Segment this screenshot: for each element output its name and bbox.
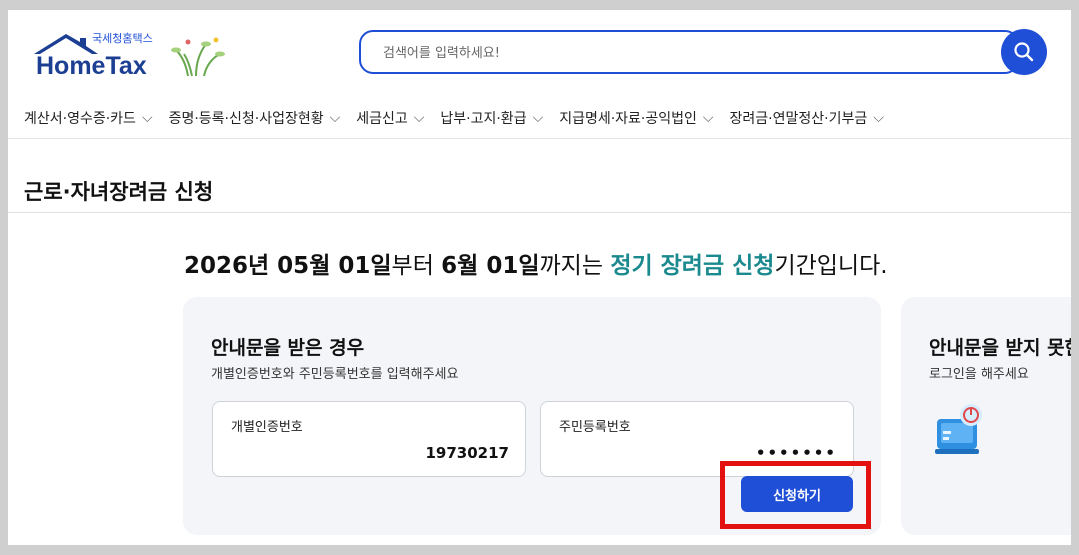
- announcement-highlight: 정기 장려금 신청: [610, 253, 775, 279]
- nav-item-certificates[interactable]: 증명·등록·신청·사업장현황 ⌵: [169, 108, 341, 128]
- nav-item-payment[interactable]: 납부·고지·환급 ⌵: [440, 108, 543, 128]
- chevron-down-icon: ⌵: [141, 110, 153, 126]
- nav-item-label: 증명·등록·신청·사업장현황: [168, 111, 324, 127]
- chevron-down-icon: ⌵: [413, 110, 425, 126]
- chevron-down-icon: ⌵: [702, 110, 714, 126]
- main-nav: 계산서·영수증·카드 ⌵ 증명·등록·신청·사업장현황 ⌵ 세금신고 ⌵ 납부·…: [8, 98, 1071, 139]
- resident-number-label: 주민등록번호: [559, 420, 631, 435]
- login-card-title: 안내문을 받지 못한: [929, 337, 1071, 359]
- individual-auth-number-value: 19730217: [425, 444, 510, 462]
- login-card: 안내문을 받지 못한 로그인을 해주세요: [901, 297, 1071, 535]
- hometax-logo[interactable]: 국세청홈택스 HomeTax: [20, 24, 240, 88]
- announcement-text: 부터: [391, 253, 442, 279]
- logo-small-text: 국세청홈택스: [92, 32, 153, 45]
- notice-card-subtitle: 개별인증번호와 주민등록번호를 입력해주세요: [211, 367, 459, 382]
- chevron-down-icon: ⌵: [329, 110, 341, 126]
- search-input[interactable]: [381, 32, 945, 74]
- search-button[interactable]: [1001, 29, 1047, 75]
- apply-button[interactable]: 신청하기: [741, 476, 853, 512]
- nav-item-label: 세금신고: [356, 111, 408, 127]
- nav-item-tax-filing[interactable]: 세금신고 ⌵: [356, 108, 424, 128]
- individual-auth-number-label: 개별인증번호: [231, 420, 303, 435]
- notice-card-title: 안내문을 받은 경우: [211, 337, 365, 359]
- announcement-text: 까지는: [539, 253, 611, 279]
- announcement-text: 기간입니다.: [774, 253, 888, 279]
- browser-viewport: 국세청홈택스 HomeTax 계산서·영수증·카드 ⌵ 증명·등록·신청·사업장…: [8, 10, 1071, 545]
- individual-auth-number-field[interactable]: 개별인증번호 19730217: [212, 401, 526, 477]
- page-title: 근로·자녀장려금 신청: [24, 180, 214, 204]
- nav-item-label: 지급명세·자료·공익법인: [559, 111, 697, 127]
- resident-number-value: •••••••: [755, 444, 837, 462]
- chevron-down-icon: ⌵: [873, 110, 884, 126]
- divider: [8, 212, 1071, 213]
- nav-item-receipts[interactable]: 계산서·영수증·카드 ⌵: [24, 108, 153, 128]
- nav-item-label: 장려금·연말정산·기부금: [729, 111, 868, 127]
- period-start: 2026년 05월 01일: [184, 253, 392, 279]
- login-card-subtitle: 로그인을 해주세요: [929, 367, 1029, 382]
- nav-item-label: 계산서·영수증·카드: [24, 111, 136, 127]
- nav-item-incentives[interactable]: 장려금·연말정산·기부금 ⌵: [730, 108, 884, 128]
- nav-item-label: 납부·고지·환급: [440, 111, 527, 127]
- announcement-banner: 2026년 05월 01일부터 6월 01일까지는 정기 장려금 신청기간입니다…: [184, 246, 888, 280]
- computer-login-icon[interactable]: [931, 401, 987, 457]
- search-box[interactable]: [359, 30, 1019, 74]
- period-end: 6월 01일: [441, 253, 540, 279]
- chevron-down-icon: ⌵: [532, 110, 544, 126]
- logo-brand-text: HomeTax: [36, 52, 147, 80]
- nav-item-statements[interactable]: 지급명세·자료·공익법인 ⌵: [559, 108, 713, 128]
- resident-number-field[interactable]: 주민등록번호 •••••••: [540, 401, 854, 477]
- search-icon: [1014, 42, 1034, 62]
